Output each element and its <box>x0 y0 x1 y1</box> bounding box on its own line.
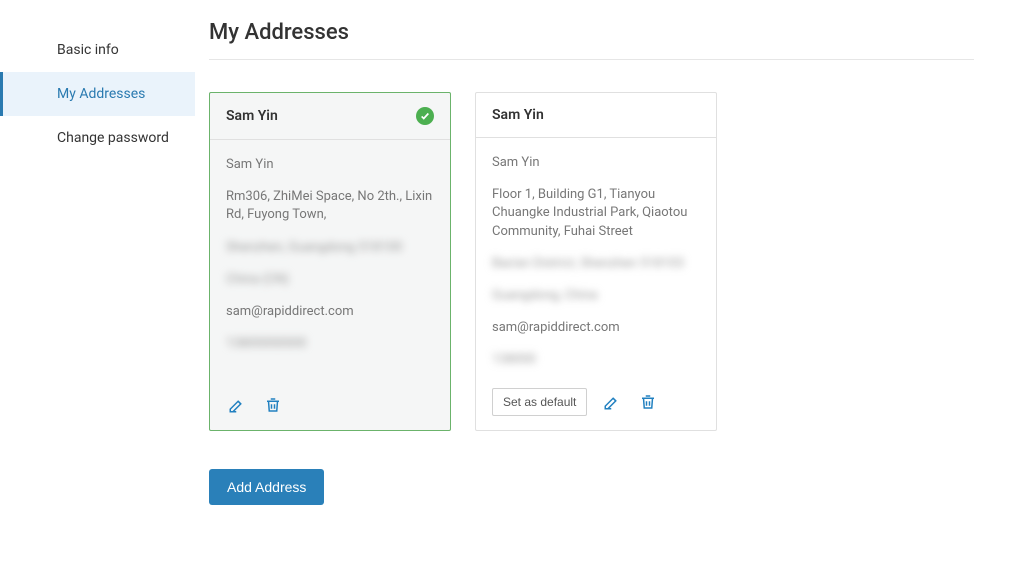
sidebar-item-label: My Addresses <box>57 86 145 102</box>
main-content: My Addresses Sam Yin Sam Yin Rm306, ZhiM… <box>195 0 1024 571</box>
page-title: My Addresses <box>209 20 974 45</box>
sidebar-item-basic-info[interactable]: Basic info <box>0 28 195 72</box>
address-citystate: Bao'an District, Shenzhen 518103 <box>492 255 700 273</box>
delete-button[interactable] <box>637 391 659 413</box>
address-email: sam@rapiddirect.com <box>226 303 434 321</box>
address-card: Sam Yin Sam Yin Rm306, ZhiMei Space, No … <box>209 92 451 431</box>
address-country: Guangdong, China <box>492 287 700 305</box>
sidebar-item-label: Change password <box>57 130 169 146</box>
address-name: Sam Yin <box>492 154 700 172</box>
address-country: China (CN) <box>226 271 434 289</box>
sidebar-item-my-addresses[interactable]: My Addresses <box>0 72 195 116</box>
address-card: Sam Yin Sam Yin Floor 1, Building G1, Ti… <box>475 92 717 431</box>
card-header: Sam Yin <box>210 93 450 140</box>
address-street: Floor 1, Building G1, Tianyou Chuangke I… <box>492 186 700 241</box>
delete-button[interactable] <box>262 394 284 416</box>
address-cards-row: Sam Yin Sam Yin Rm306, ZhiMei Space, No … <box>209 92 974 431</box>
card-body: Sam Yin Rm306, ZhiMei Space, No 2th., Li… <box>210 140 450 384</box>
sidebar-item-change-password[interactable]: Change password <box>0 116 195 160</box>
set-default-button[interactable]: Set as default <box>492 388 587 416</box>
address-email: sam@rapiddirect.com <box>492 319 700 337</box>
card-actions: Set as default <box>476 378 716 430</box>
card-actions <box>210 384 450 430</box>
card-header: Sam Yin <box>476 93 716 138</box>
address-citystate: Shenzhen, Guangdong 518100 <box>226 239 434 257</box>
add-address-button[interactable]: Add Address <box>209 469 324 505</box>
sidebar: Basic info My Addresses Change password <box>0 0 195 571</box>
default-check-icon <box>416 107 434 125</box>
card-title: Sam Yin <box>226 108 278 124</box>
address-phone: 138000 <box>492 351 700 369</box>
sidebar-item-label: Basic info <box>57 42 119 58</box>
divider <box>209 59 974 60</box>
address-phone: 13800000000 <box>226 335 434 353</box>
address-street: Rm306, ZhiMei Space, No 2th., Lixin Rd, … <box>226 188 434 224</box>
edit-button[interactable] <box>601 391 623 413</box>
edit-button[interactable] <box>226 394 248 416</box>
card-body: Sam Yin Floor 1, Building G1, Tianyou Ch… <box>476 138 716 378</box>
address-name: Sam Yin <box>226 156 434 174</box>
card-title: Sam Yin <box>492 107 544 123</box>
